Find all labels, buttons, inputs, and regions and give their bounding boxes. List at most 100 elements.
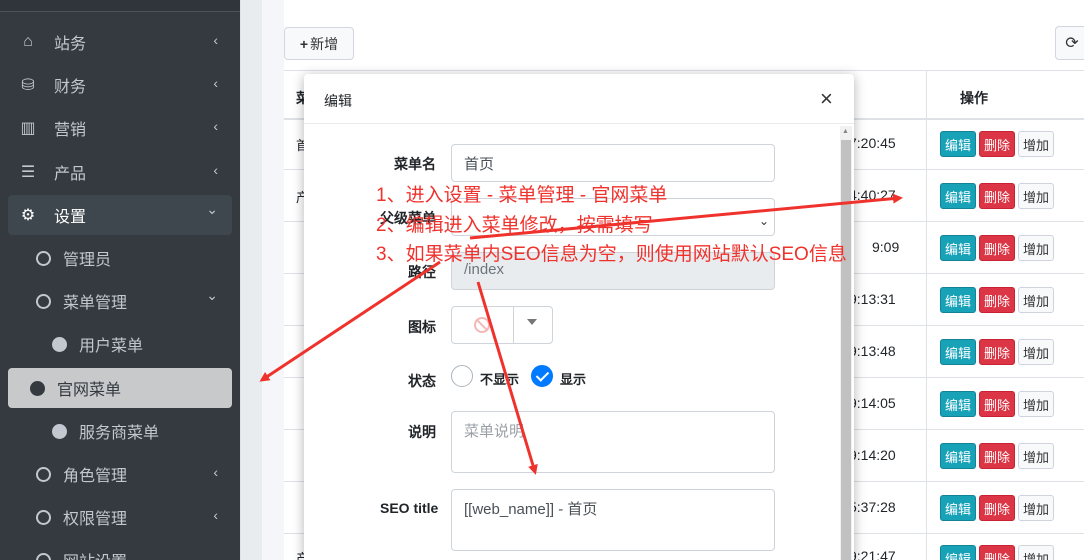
cogs-icon: ⚙ bbox=[20, 207, 36, 224]
scrollbar-thumb[interactable] bbox=[841, 140, 851, 560]
sidebar-item-product[interactable]: ☰ 产品 ‹ bbox=[8, 152, 232, 192]
edit-modal: 编辑 × ▲ 菜单名 首页 父级菜单 ⌄ 路径 /index 图标 状态 不显示… bbox=[304, 74, 854, 560]
description-textarea[interactable]: 菜单说明 bbox=[451, 411, 775, 473]
sidebar-item-menu-management[interactable]: 菜单管理 ⌄ bbox=[8, 281, 232, 321]
plus-icon: + bbox=[299, 35, 309, 52]
row-time: 9:09 bbox=[872, 239, 900, 255]
modal-title: 编辑 bbox=[324, 93, 352, 109]
menu-name-label: 菜单名 bbox=[394, 156, 436, 172]
status-shown-radio[interactable] bbox=[531, 365, 553, 387]
sidebar-item-label: 菜单管理 bbox=[63, 295, 128, 312]
sidebar-item-label: 设置 bbox=[54, 209, 87, 226]
circle-icon bbox=[36, 293, 51, 309]
add-child-button[interactable]: 增加 bbox=[1018, 443, 1055, 469]
sidebar-top-strip bbox=[0, 0, 240, 12]
row-time: 5:37:28 bbox=[849, 499, 896, 515]
column-header-operations: 操作 bbox=[960, 90, 988, 106]
sidebar-item-label: 产品 bbox=[54, 166, 87, 183]
add-child-button[interactable]: 增加 bbox=[1018, 339, 1055, 365]
delete-button[interactable]: 删除 bbox=[979, 443, 1016, 469]
delete-button[interactable]: 删除 bbox=[979, 495, 1016, 521]
dot-icon bbox=[30, 380, 45, 396]
sidebar-item-label: 角色管理 bbox=[63, 468, 128, 485]
edit-button[interactable]: 编辑 bbox=[940, 391, 977, 417]
close-icon[interactable]: × bbox=[820, 86, 833, 112]
dot-icon bbox=[52, 423, 67, 439]
sidebar-item-settings[interactable]: ⚙ 设置 ⌄ bbox=[8, 195, 232, 235]
annotation-step-2: 2、编辑进入菜单修改，按需填写 bbox=[376, 215, 653, 236]
annotation-step-3: 3、如果菜单内SEO信息为空，则使用网站默认SEO信息 bbox=[376, 244, 847, 265]
delete-button[interactable]: 删除 bbox=[979, 183, 1016, 209]
add-child-button[interactable]: 增加 bbox=[1018, 131, 1055, 157]
delete-button[interactable]: 删除 bbox=[979, 235, 1016, 261]
divider bbox=[513, 307, 514, 343]
add-child-button[interactable]: 增加 bbox=[1018, 391, 1055, 417]
edit-button[interactable]: 编辑 bbox=[940, 443, 977, 469]
sidebar-item-admin[interactable]: 管理员 bbox=[8, 238, 232, 278]
delete-button[interactable]: 删除 bbox=[979, 545, 1016, 560]
status-hidden-radio[interactable] bbox=[451, 365, 473, 387]
chevron-left-icon: ‹ bbox=[213, 507, 218, 523]
edit-button[interactable]: 编辑 bbox=[940, 131, 977, 157]
seo-title-textarea[interactable]: [[web_name]] - 首页 bbox=[451, 489, 775, 551]
content-gutter bbox=[240, 0, 262, 560]
caret-down-icon[interactable] bbox=[527, 319, 537, 325]
sidebar-item-provider-menu[interactable]: 服务商菜单 bbox=[8, 411, 232, 451]
chevron-left-icon: ‹ bbox=[213, 118, 218, 134]
sidebar-item-website-menu[interactable]: 官网菜单 bbox=[8, 368, 232, 408]
add-button-label: 新增 bbox=[310, 35, 339, 52]
sidebar-item-site-settings[interactable]: 网站设置 bbox=[8, 540, 232, 560]
row-time: 9:13:48 bbox=[849, 343, 896, 359]
add-button[interactable]: + 新增 bbox=[284, 27, 354, 60]
edit-button[interactable]: 编辑 bbox=[940, 183, 977, 209]
row-time: 9:21:47 bbox=[849, 548, 896, 560]
icon-picker[interactable] bbox=[451, 306, 553, 344]
sidebar-item-station[interactable]: ⌂ 站务 ‹ bbox=[8, 22, 232, 62]
ban-icon bbox=[474, 317, 490, 333]
icon-label: 图标 bbox=[408, 319, 436, 335]
scroll-up-icon[interactable]: ▲ bbox=[842, 128, 849, 135]
add-child-button[interactable]: 增加 bbox=[1018, 235, 1055, 261]
sidebar-item-label: 站务 bbox=[54, 36, 87, 53]
add-child-button[interactable]: 增加 bbox=[1018, 545, 1055, 560]
edit-button[interactable]: 编辑 bbox=[940, 495, 977, 521]
sidebar-item-label: 用户菜单 bbox=[79, 338, 144, 355]
description-label: 说明 bbox=[408, 424, 436, 440]
refresh-button[interactable]: ⟳ bbox=[1055, 26, 1084, 60]
status-shown-label: 显示 bbox=[560, 372, 587, 387]
sidebar-item-user-menu[interactable]: 用户菜单 bbox=[8, 324, 232, 364]
home-icon: ⌂ bbox=[23, 33, 33, 50]
delete-button[interactable]: 删除 bbox=[979, 391, 1016, 417]
sidebar-item-permission-management[interactable]: 权限管理 ‹ bbox=[8, 497, 232, 537]
sidebar-item-finance[interactable]: ⛁ 财务 ‹ bbox=[8, 65, 232, 105]
edit-button[interactable]: 编辑 bbox=[940, 287, 977, 313]
dot-icon bbox=[52, 336, 67, 352]
edit-button[interactable]: 编辑 bbox=[940, 339, 977, 365]
status-label: 状态 bbox=[408, 373, 436, 389]
sidebar-item-label: 官网菜单 bbox=[57, 382, 122, 399]
chevron-left-icon: ‹ bbox=[213, 464, 218, 480]
circle-icon bbox=[36, 552, 51, 560]
status-hidden-label: 不显示 bbox=[480, 372, 520, 387]
chevron-down-icon: ⌄ bbox=[206, 287, 218, 303]
row-time: 4:40:27 bbox=[849, 187, 896, 203]
row-time: 9:14:20 bbox=[849, 447, 896, 463]
sidebar-item-marketing[interactable]: ▥ 营销 ‹ bbox=[8, 108, 232, 148]
delete-button[interactable]: 删除 bbox=[979, 131, 1016, 157]
sidebar-item-label: 网站设置 bbox=[63, 548, 127, 560]
delete-button[interactable]: 删除 bbox=[979, 287, 1016, 313]
annotation-step-1: 1、进入设置 - 菜单管理 - 官网菜单 bbox=[376, 185, 668, 206]
sidebar-item-role-management[interactable]: 角色管理 ‹ bbox=[8, 454, 232, 494]
add-child-button[interactable]: 增加 bbox=[1018, 183, 1055, 209]
row-time: 9:14:05 bbox=[849, 395, 896, 411]
edit-button[interactable]: 编辑 bbox=[940, 545, 977, 560]
add-child-button[interactable]: 增加 bbox=[1018, 495, 1055, 521]
delete-button[interactable]: 删除 bbox=[979, 339, 1016, 365]
row-time: 7:20:45 bbox=[849, 135, 896, 151]
edit-button[interactable]: 编辑 bbox=[940, 235, 977, 261]
menu-name-input[interactable]: 首页 bbox=[451, 144, 775, 182]
refresh-icon: ⟳ bbox=[1065, 35, 1079, 52]
sidebar-item-label: 管理员 bbox=[63, 252, 112, 269]
list-icon: ☰ bbox=[20, 164, 36, 181]
add-child-button[interactable]: 增加 bbox=[1018, 287, 1055, 313]
